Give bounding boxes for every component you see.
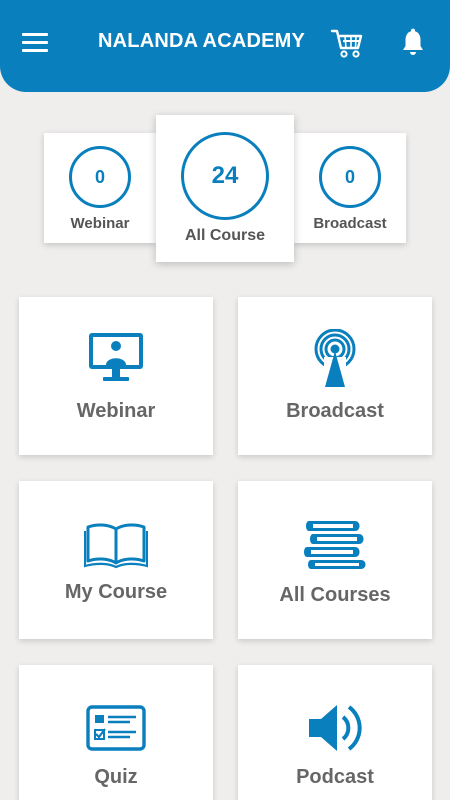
all-course-count: 24 bbox=[181, 132, 269, 220]
broadcast-count-card[interactable]: 0 Broadcast bbox=[294, 133, 406, 243]
webinar-tile-label: Webinar bbox=[76, 400, 156, 422]
hamburger-menu-icon[interactable] bbox=[22, 33, 48, 53]
app-title: NALANDA ACADEMY bbox=[98, 30, 306, 52]
notification-bell-icon[interactable] bbox=[400, 28, 426, 56]
broadcast-tile-label: Broadcast bbox=[286, 400, 384, 422]
speaker-icon bbox=[309, 705, 362, 751]
quiz-checklist-icon bbox=[86, 705, 146, 751]
webinar-count-card[interactable]: 0 Webinar bbox=[44, 133, 156, 243]
all-course-count-label: All Course bbox=[184, 227, 265, 244]
open-book-icon bbox=[84, 523, 148, 569]
podcast-tile[interactable]: Podcast bbox=[238, 665, 432, 800]
shopping-cart-icon[interactable] bbox=[330, 27, 364, 59]
broadcast-tile[interactable]: Broadcast bbox=[238, 297, 432, 455]
broadcast-antenna-icon bbox=[314, 329, 356, 389]
my-course-tile[interactable]: My Course bbox=[19, 481, 213, 639]
stacked-books-icon bbox=[304, 521, 366, 569]
webinar-tile[interactable]: Webinar bbox=[19, 297, 213, 455]
monitor-presenter-icon bbox=[89, 333, 143, 381]
all-courses-tile-label: All Courses bbox=[279, 584, 391, 606]
webinar-count-label: Webinar bbox=[70, 215, 130, 232]
my-course-tile-label: My Course bbox=[64, 581, 168, 603]
all-course-count-card[interactable]: 24 All Course bbox=[156, 115, 294, 262]
broadcast-count: 0 bbox=[319, 146, 381, 208]
app-header: NALANDA ACADEMY bbox=[0, 0, 450, 92]
webinar-count: 0 bbox=[69, 146, 131, 208]
podcast-tile-label: Podcast bbox=[296, 766, 374, 788]
quiz-tile-label: Quiz bbox=[94, 766, 138, 788]
all-courses-tile[interactable]: All Courses bbox=[238, 481, 432, 639]
quiz-tile[interactable]: Quiz bbox=[19, 665, 213, 800]
broadcast-count-label: Broadcast bbox=[313, 215, 387, 232]
